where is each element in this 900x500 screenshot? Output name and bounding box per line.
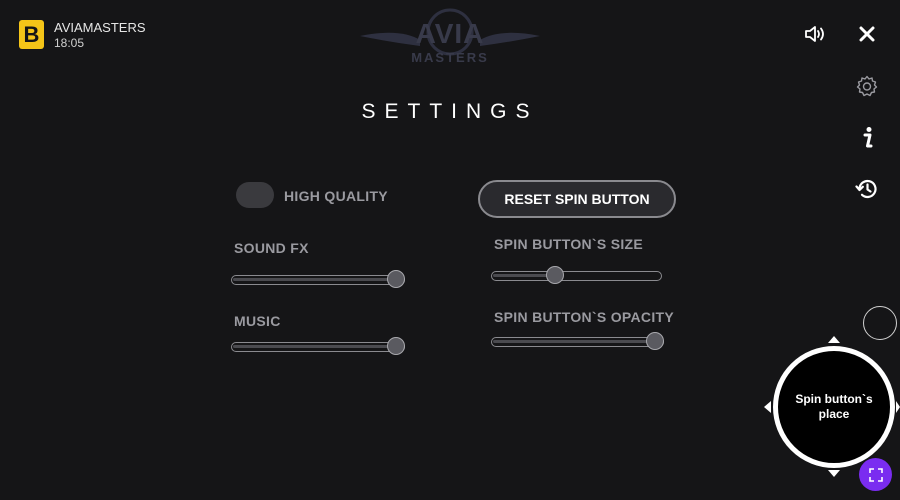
sound-fx-label: SOUND FX bbox=[234, 240, 309, 256]
move-right-arrow-icon[interactable] bbox=[896, 401, 900, 413]
spin-place-label: Spin button`s place bbox=[795, 392, 873, 421]
settings-button[interactable] bbox=[851, 70, 883, 102]
spin-button-place[interactable]: Spin button`s place bbox=[773, 346, 895, 468]
close-icon bbox=[859, 26, 875, 42]
high-quality-toggle[interactable] bbox=[236, 182, 274, 208]
fullscreen-icon bbox=[868, 467, 883, 482]
slider-track bbox=[231, 342, 405, 352]
move-up-arrow-icon[interactable] bbox=[828, 336, 840, 343]
info-icon bbox=[863, 127, 873, 148]
close-button[interactable] bbox=[851, 18, 883, 50]
music-slider[interactable] bbox=[231, 335, 405, 359]
music-label: MUSIC bbox=[234, 313, 281, 329]
page-title: SETTINGS bbox=[361, 100, 539, 123]
history-icon bbox=[855, 179, 877, 199]
logo-text-masters: MASTERS bbox=[411, 50, 489, 65]
slider-track bbox=[231, 275, 405, 285]
brand-logo: B bbox=[19, 20, 44, 49]
game-name: AVIAMASTERS bbox=[54, 20, 146, 35]
spin-opacity-slider[interactable] bbox=[491, 330, 664, 354]
slider-fill bbox=[493, 340, 653, 343]
reset-spin-button[interactable]: RESET SPIN BUTTON bbox=[478, 180, 676, 218]
spin-preview-circle[interactable] bbox=[863, 306, 897, 340]
slider-fill bbox=[493, 274, 554, 277]
slider-thumb[interactable] bbox=[646, 332, 664, 350]
volume-button[interactable] bbox=[799, 18, 831, 50]
info-button[interactable] bbox=[851, 122, 883, 154]
spin-size-label: SPIN BUTTON`S SIZE bbox=[494, 236, 644, 252]
spin-size-slider[interactable] bbox=[491, 264, 662, 288]
game-logo: AVIA MASTERS bbox=[350, 6, 550, 74]
slider-track bbox=[491, 337, 664, 347]
sound-fx-slider[interactable] bbox=[231, 268, 405, 292]
fullscreen-button[interactable] bbox=[859, 458, 892, 491]
spin-opacity-label: SPIN BUTTON`S OPACITY bbox=[494, 309, 675, 325]
history-button[interactable] bbox=[851, 173, 883, 205]
slider-fill bbox=[233, 278, 394, 281]
slider-thumb[interactable] bbox=[546, 266, 565, 284]
move-left-arrow-icon[interactable] bbox=[764, 401, 771, 413]
volume-icon bbox=[805, 26, 824, 42]
slider-fill bbox=[233, 345, 394, 348]
logo-text-avia: AVIA bbox=[415, 18, 485, 49]
slider-thumb[interactable] bbox=[387, 270, 405, 288]
slider-thumb[interactable] bbox=[387, 337, 405, 355]
move-down-arrow-icon[interactable] bbox=[828, 470, 840, 477]
gear-icon bbox=[856, 75, 878, 97]
slider-track bbox=[491, 271, 662, 281]
clock: 18:05 bbox=[54, 36, 85, 50]
high-quality-label: HIGH QUALITY bbox=[284, 188, 388, 204]
